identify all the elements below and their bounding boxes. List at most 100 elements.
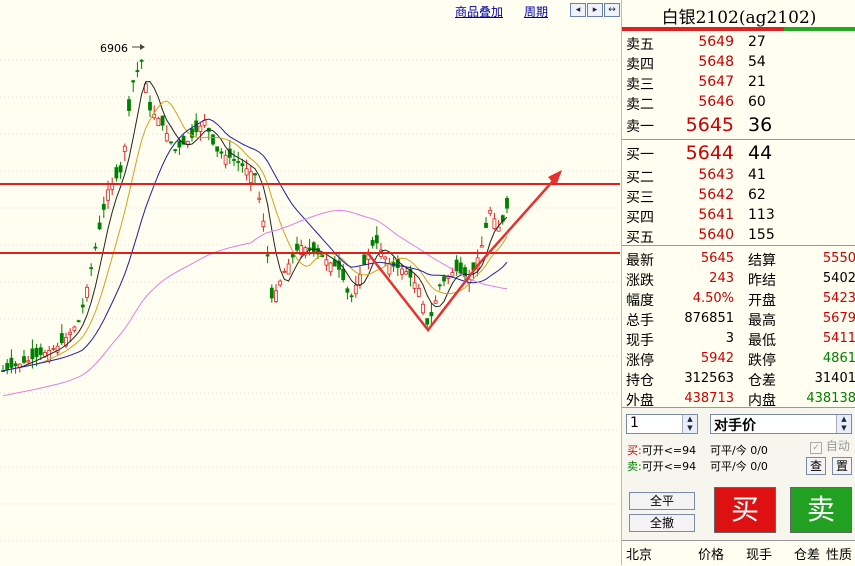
- stat-value: 3: [725, 331, 734, 346]
- stat-value: 5402: [822, 271, 855, 286]
- candle-body: [13, 363, 18, 367]
- buy-open-value: 可开<=94: [641, 444, 697, 457]
- bid-row[interactable]: 买三 5642 62: [622, 185, 855, 206]
- candle-body: [51, 347, 56, 350]
- sell-open-value: 可开<=94: [641, 460, 697, 473]
- quantity-stepper[interactable]: 1 ▲ ▼: [626, 414, 698, 434]
- candle-body: [164, 133, 169, 142]
- select-arrows-icon[interactable]: ▲ ▼: [836, 415, 851, 433]
- price-type-select[interactable]: 对手价 ▲ ▼: [710, 414, 852, 434]
- stats-row: 外盘 438713 内盘 438138: [622, 388, 855, 409]
- bid-label: 买二: [626, 170, 654, 186]
- candle-body: [215, 146, 220, 152]
- candle-body: [232, 159, 236, 161]
- query-button[interactable]: 查: [806, 457, 826, 475]
- stat-label: 跌停: [748, 353, 776, 369]
- cancel-all-button[interactable]: 全撤: [629, 514, 695, 532]
- stats-row: 现手 3 最低 5411: [622, 328, 855, 349]
- candle-body: [505, 197, 509, 209]
- divider: [622, 245, 855, 246]
- stat-value: 5942: [700, 351, 734, 366]
- title-bar-red: [622, 27, 784, 31]
- ask-row[interactable]: 卖二 5646 60: [622, 92, 855, 113]
- candle-body: [131, 80, 136, 83]
- ask-label: 卖二: [626, 97, 654, 113]
- candle-body: [295, 243, 299, 251]
- stat-value: 5645: [700, 251, 734, 266]
- stat-label: 总手: [626, 313, 654, 329]
- candle-body: [135, 70, 140, 72]
- candle-body: [492, 218, 497, 230]
- auto-checkbox[interactable]: ✓ 自动: [810, 437, 850, 454]
- ticks-col-oi-diff: 仓差: [794, 548, 821, 563]
- bid-row-best[interactable]: 买一 5644 44: [622, 142, 855, 166]
- bid-row[interactable]: 买四 5641 113: [622, 205, 855, 226]
- ask-price: 5647: [698, 74, 734, 90]
- stat-value: 4.50%: [692, 291, 734, 306]
- close-all-button[interactable]: 全平: [629, 492, 695, 510]
- stat-value: 5423: [822, 291, 855, 306]
- candle-body: [248, 171, 253, 184]
- bid-row[interactable]: 买五 5640 155: [622, 225, 855, 246]
- candle-body: [362, 254, 367, 265]
- buy-button[interactable]: 买: [714, 487, 776, 533]
- stat-value: 312563: [684, 371, 734, 386]
- candle-body: [286, 263, 291, 275]
- candle-body: [244, 168, 249, 176]
- stats-row: 最新 5645 结算 5550: [622, 248, 855, 269]
- candle-body: [261, 220, 266, 228]
- ask-row[interactable]: 卖五 5649 27: [622, 32, 855, 53]
- candle-body: [425, 318, 430, 325]
- contract-title-box: 白银2102(ag2102): [622, 0, 855, 28]
- kline-chart[interactable]: 6906: [0, 0, 620, 565]
- candle-body: [122, 145, 127, 152]
- candle-body: [160, 115, 165, 126]
- candle-body: [404, 271, 409, 275]
- candle-body: [148, 101, 152, 111]
- zoom-icon[interactable]: ↔: [604, 3, 620, 17]
- candle-body: [374, 235, 379, 244]
- overlay-button[interactable]: 商品叠加: [455, 3, 503, 20]
- ask-row-best[interactable]: 卖一 5645 36: [622, 114, 855, 138]
- fill-button[interactable]: 置: [832, 457, 852, 475]
- ask-row[interactable]: 卖四 5648 54: [622, 52, 855, 73]
- ask-label: 卖四: [626, 57, 654, 73]
- ask-row[interactable]: 卖三 5647 21: [622, 72, 855, 93]
- stat-value: 243: [709, 271, 734, 286]
- bid-label: 买三: [626, 190, 654, 206]
- candle-body: [173, 149, 178, 152]
- candle-body: [156, 118, 161, 127]
- stat-label: 仓差: [748, 373, 776, 389]
- stat-value: 5679: [822, 311, 855, 326]
- candle-body: [437, 284, 442, 287]
- ask-volume: 54: [748, 54, 766, 70]
- candle-body: [38, 347, 43, 355]
- stepper-arrows-icon[interactable]: ▲ ▼: [682, 415, 697, 433]
- bid-row[interactable]: 买二 5643 41: [622, 165, 855, 186]
- candle-body: [185, 141, 190, 145]
- candle-body: [211, 134, 215, 145]
- sell-prefix: 卖:: [627, 460, 642, 473]
- candle-body: [421, 303, 425, 314]
- candle-body: [282, 270, 287, 273]
- stat-value: 438138: [806, 391, 855, 406]
- ask-price: 5648: [698, 54, 734, 70]
- stat-label: 幅度: [626, 293, 654, 309]
- ask-label: 卖三: [626, 77, 654, 93]
- ask-volume: 21: [748, 74, 766, 90]
- sell-button[interactable]: 卖: [790, 487, 852, 533]
- buy-open-info: 买:可开<=94: [627, 442, 696, 458]
- period-button[interactable]: 周期: [524, 3, 548, 20]
- sell-open-info: 卖:可开<=94: [627, 458, 696, 474]
- stat-value: 438713: [684, 391, 734, 406]
- ask-volume: 27: [748, 34, 766, 50]
- candle-body: [76, 320, 81, 323]
- moving-averages: [2, 81, 508, 397]
- candle-body: [169, 141, 173, 144]
- kline-chart-panel[interactable]: 6906 商品叠加 周期 ◂ ▸ ↔: [0, 0, 620, 565]
- candle-body: [114, 167, 119, 179]
- bid-price: 5644: [685, 142, 734, 164]
- scroll-right-icon[interactable]: ▸: [587, 3, 603, 17]
- scroll-left-icon[interactable]: ◂: [570, 3, 586, 17]
- candle-body: [219, 151, 224, 154]
